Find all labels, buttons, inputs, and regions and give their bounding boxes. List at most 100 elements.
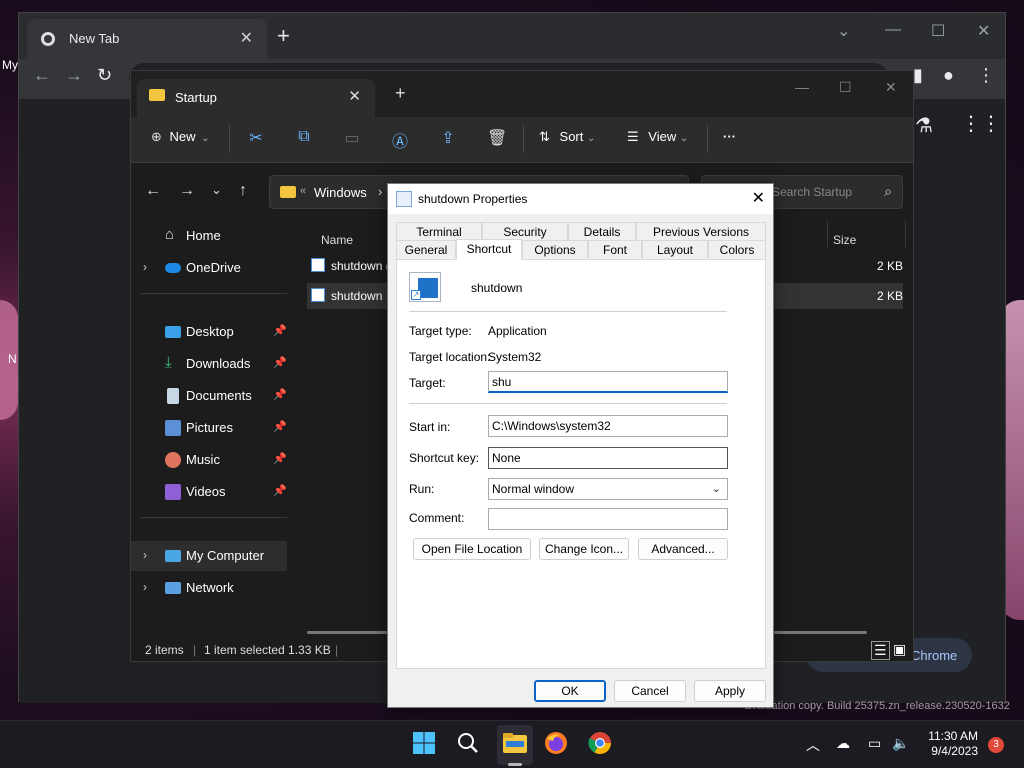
back-arrow-icon[interactable]: ← bbox=[33, 65, 51, 86]
recent-locations-chevron-icon[interactable]: ⌄ bbox=[211, 182, 222, 198]
sidebar-item-desktop[interactable]: Desktop 📌 bbox=[131, 317, 287, 347]
view-button[interactable]: ☰ View ⌄ bbox=[627, 129, 688, 145]
network-monitor-icon[interactable]: ▭ bbox=[868, 735, 881, 752]
menu-kebab-icon[interactable]: ⋮ bbox=[977, 65, 995, 86]
tab-colors[interactable]: Colors bbox=[708, 240, 766, 258]
shortcut-key-input[interactable]: None bbox=[488, 447, 728, 469]
firefox-icon[interactable] bbox=[544, 731, 570, 757]
file-explorer-icon[interactable] bbox=[502, 731, 528, 757]
sidebar-item-onedrive[interactable]: › OneDrive bbox=[131, 253, 287, 283]
explorer-tab-startup[interactable]: Startup ✕ bbox=[137, 79, 375, 117]
chrome-icon[interactable] bbox=[588, 731, 614, 757]
back-arrow-icon[interactable]: ← bbox=[145, 182, 161, 200]
share-icon[interactable]: ⇪ bbox=[439, 128, 457, 147]
close-icon[interactable]: ✕ bbox=[977, 21, 990, 41]
tab-options[interactable]: Options bbox=[522, 240, 588, 258]
chevron-right-icon[interactable]: › bbox=[143, 580, 147, 594]
sidebar-item-pictures[interactable]: Pictures 📌 bbox=[131, 413, 287, 443]
rename-icon[interactable]: Ⓐ bbox=[391, 128, 409, 151]
pin-icon[interactable]: 📌 bbox=[273, 388, 287, 401]
column-divider[interactable] bbox=[827, 221, 828, 247]
comment-label: Comment: bbox=[409, 511, 465, 525]
sidebar-item-network[interactable]: › Network bbox=[131, 573, 287, 603]
column-header-name[interactable]: Name bbox=[321, 233, 353, 247]
minimize-icon[interactable]: — bbox=[795, 79, 809, 95]
sidebar-item-documents[interactable]: Documents 📌 bbox=[131, 381, 287, 411]
chevron-right-icon[interactable]: › bbox=[143, 548, 147, 562]
details-view-icon[interactable]: ☰ bbox=[871, 641, 890, 660]
tab-general[interactable]: General bbox=[396, 240, 456, 258]
chevron-up-icon[interactable]: ︿ bbox=[806, 735, 820, 755]
new-tab-button[interactable]: + bbox=[395, 83, 406, 104]
notification-badge[interactable]: 3 bbox=[988, 737, 1004, 753]
tab-security[interactable]: Security bbox=[482, 222, 568, 240]
new-button[interactable]: ⊕ New ⌄ bbox=[151, 129, 210, 145]
ok-button[interactable]: OK bbox=[534, 680, 606, 702]
start-in-input[interactable]: C:\Windows\system32 bbox=[488, 415, 728, 437]
desktop-icon-label[interactable]: N bbox=[8, 352, 17, 366]
clock-date: 9/4/2023 bbox=[931, 744, 978, 758]
close-icon[interactable]: ✕ bbox=[752, 188, 765, 208]
document-icon bbox=[167, 388, 179, 404]
pin-icon[interactable]: 📌 bbox=[273, 356, 287, 369]
tab-font[interactable]: Font bbox=[588, 240, 642, 258]
sidebar-item-music[interactable]: Music 📌 bbox=[131, 445, 287, 475]
folder-icon bbox=[280, 186, 296, 198]
chevron-right-icon[interactable]: › bbox=[143, 260, 147, 274]
tab-terminal[interactable]: Terminal bbox=[396, 222, 482, 240]
apply-button[interactable]: Apply bbox=[694, 680, 766, 702]
sidebar-item-videos[interactable]: Videos 📌 bbox=[131, 477, 287, 507]
column-divider[interactable] bbox=[905, 221, 906, 247]
change-icon-button[interactable]: Change Icon... bbox=[539, 538, 629, 560]
maximize-icon[interactable]: ☐ bbox=[839, 79, 852, 96]
more-options-button[interactable]: ··· bbox=[723, 129, 736, 144]
labs-flask-icon[interactable]: ⚗ bbox=[915, 113, 933, 138]
tiles-view-icon[interactable]: ▣ bbox=[893, 641, 906, 658]
sidebar-item-downloads[interactable]: ⤓ Downloads 📌 bbox=[131, 349, 287, 379]
tab-details[interactable]: Details bbox=[568, 222, 636, 240]
search-icon[interactable] bbox=[456, 731, 482, 757]
profile-icon[interactable]: ● bbox=[943, 65, 954, 86]
chrome-tab-new-tab[interactable]: New Tab ✕ bbox=[27, 19, 267, 59]
close-icon[interactable]: ✕ bbox=[348, 87, 361, 105]
sidebar-item-home[interactable]: ⌂ Home bbox=[131, 221, 287, 251]
tab-layout[interactable]: Layout bbox=[642, 240, 708, 258]
chevron-down-icon[interactable]: ⌄ bbox=[837, 21, 850, 41]
cancel-button[interactable]: Cancel bbox=[614, 680, 686, 702]
paste-icon[interactable]: ▭ bbox=[343, 128, 361, 147]
pin-icon[interactable]: 📌 bbox=[273, 420, 287, 433]
pin-icon[interactable]: 📌 bbox=[273, 452, 287, 465]
minimize-icon[interactable]: — bbox=[885, 21, 901, 39]
column-header-size[interactable]: Size bbox=[833, 233, 856, 247]
cloud-offline-icon[interactable]: ☁ bbox=[836, 735, 850, 752]
up-arrow-icon[interactable]: ↑ bbox=[239, 182, 247, 200]
reload-icon[interactable]: ↻ bbox=[97, 65, 112, 86]
tab-shortcut[interactable]: Shortcut bbox=[456, 239, 522, 260]
sidebar-item-my-computer[interactable]: › My Computer bbox=[131, 541, 287, 571]
apps-grid-icon[interactable]: ⋮⋮ bbox=[961, 111, 1001, 136]
pin-icon[interactable]: 📌 bbox=[273, 324, 287, 337]
advanced-button[interactable]: Advanced... bbox=[638, 538, 728, 560]
side-panel-icon[interactable]: ▮ bbox=[913, 65, 923, 86]
copy-icon[interactable]: ⧉ bbox=[295, 128, 313, 146]
close-icon[interactable]: ✕ bbox=[240, 28, 253, 48]
delete-icon[interactable]: 🗑 bbox=[487, 128, 507, 147]
run-select[interactable]: Normal window ⌄ bbox=[488, 478, 728, 500]
target-input[interactable]: shu bbox=[488, 371, 728, 393]
breadcrumb[interactable]: Windows bbox=[314, 185, 367, 200]
clock[interactable]: 11:30 AM 9/4/2023 bbox=[920, 729, 978, 759]
maximize-icon[interactable]: ☐ bbox=[931, 21, 945, 41]
cut-icon[interactable]: ✂ bbox=[247, 128, 265, 147]
forward-arrow-icon[interactable]: → bbox=[65, 65, 83, 86]
comment-input[interactable] bbox=[488, 508, 728, 530]
close-icon[interactable]: ✕ bbox=[885, 79, 897, 96]
pin-icon[interactable]: 📌 bbox=[273, 484, 287, 497]
volume-icon[interactable]: 🔈 bbox=[892, 735, 909, 752]
desktop-icon-label[interactable]: My bbox=[2, 58, 18, 72]
forward-arrow-icon[interactable]: → bbox=[179, 182, 195, 200]
open-file-location-button[interactable]: Open File Location bbox=[413, 538, 531, 560]
windows-start-icon[interactable] bbox=[412, 731, 438, 757]
tab-previous-versions[interactable]: Previous Versions bbox=[636, 222, 766, 240]
new-tab-button[interactable]: + bbox=[277, 23, 290, 49]
sort-button[interactable]: ⇅ Sort ⌄ bbox=[539, 129, 595, 145]
